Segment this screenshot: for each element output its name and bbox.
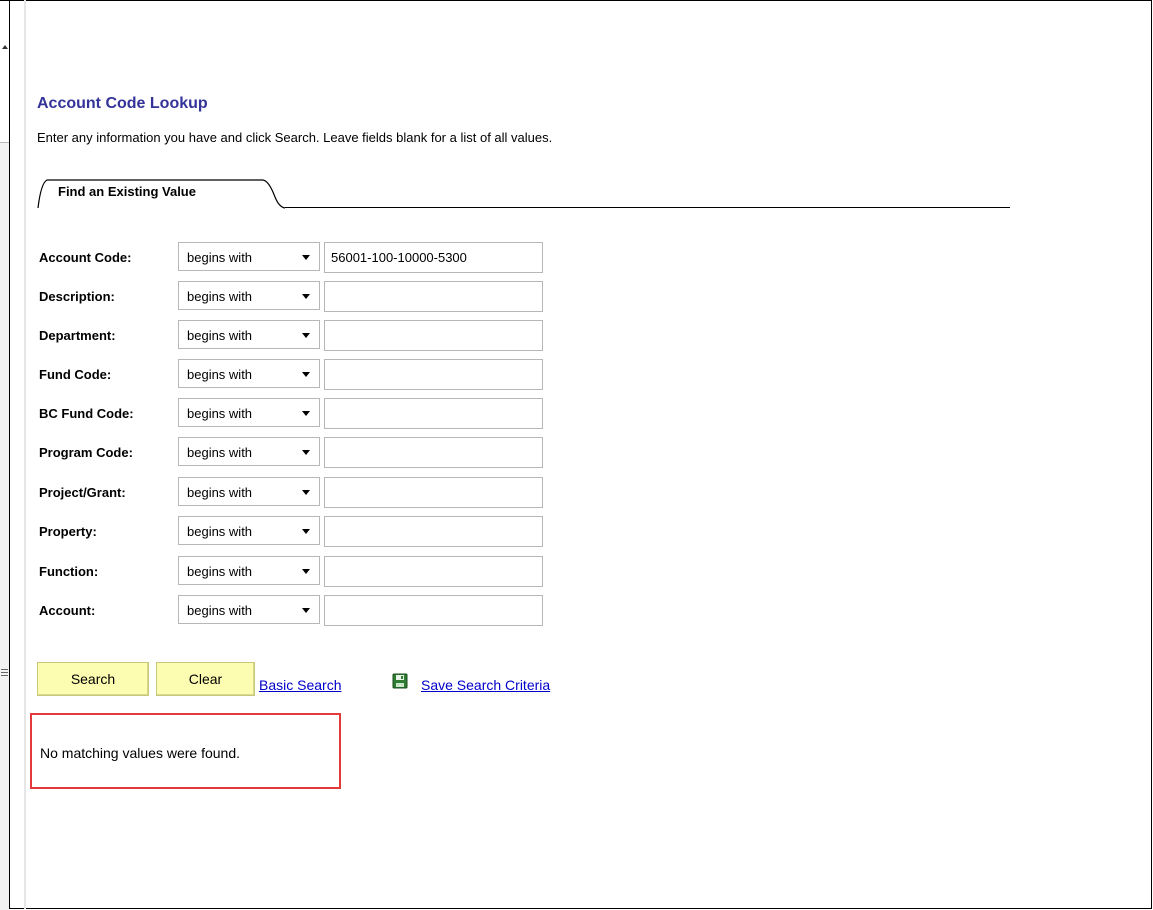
chevron-down-icon <box>302 411 310 416</box>
operator-value: begins with <box>187 406 253 421</box>
operator-select[interactable]: begins with <box>178 437 320 466</box>
function-input[interactable] <box>324 556 543 587</box>
program-code-input[interactable] <box>324 437 543 468</box>
chevron-down-icon <box>302 529 310 534</box>
criteria-label: Description: <box>39 289 115 304</box>
tab-underline <box>285 207 1010 208</box>
floppy-disk-icon[interactable] <box>392 673 408 689</box>
no-results-message: No matching values were found. <box>40 745 240 761</box>
chevron-down-icon <box>302 294 310 299</box>
clear-button[interactable]: Clear <box>156 662 255 696</box>
operator-value: begins with <box>187 250 253 265</box>
criteria-label: Function: <box>39 564 99 579</box>
tab-label: Find an Existing Value <box>58 184 196 199</box>
criteria-label: Account: <box>39 603 96 618</box>
bc-fund-code-input[interactable] <box>324 398 543 429</box>
account-code-input[interactable] <box>324 242 543 273</box>
description-input[interactable] <box>324 281 543 312</box>
chevron-down-icon <box>302 608 310 613</box>
basic-search-link[interactable]: Basic Search <box>259 677 341 693</box>
operator-select[interactable]: begins with <box>178 516 320 545</box>
operator-select[interactable]: begins with <box>178 242 320 271</box>
chevron-down-icon <box>302 490 310 495</box>
operator-value: begins with <box>187 485 253 500</box>
operator-select[interactable]: begins with <box>178 359 320 388</box>
operator-value: begins with <box>187 603 253 618</box>
scroll-up-arrow-icon[interactable] <box>2 45 8 49</box>
page-title: Account Code Lookup <box>37 95 208 112</box>
operator-value: begins with <box>187 328 253 343</box>
criteria-label: Project/Grant: <box>39 485 126 500</box>
operator-select[interactable]: begins with <box>178 556 320 585</box>
operator-value: begins with <box>187 524 253 539</box>
criteria-label: Property: <box>39 524 97 539</box>
criteria-label: Account Code: <box>39 250 132 265</box>
criteria-label: BC Fund Code: <box>39 406 134 421</box>
operator-value: begins with <box>187 367 253 382</box>
result-highlight-box: No matching values were found. <box>30 713 341 789</box>
operator-select[interactable]: begins with <box>178 320 320 349</box>
scroll-grip-icon[interactable] <box>1 669 8 678</box>
chevron-down-icon <box>302 255 310 260</box>
project-grant-input[interactable] <box>324 477 543 508</box>
chevron-down-icon <box>302 450 310 455</box>
operator-select[interactable]: begins with <box>178 281 320 310</box>
tab-find-existing-value[interactable]: Find an Existing Value <box>37 179 287 209</box>
chevron-down-icon <box>302 372 310 377</box>
operator-select[interactable]: begins with <box>178 477 320 506</box>
left-scrollbar[interactable] <box>0 0 10 910</box>
operator-select[interactable]: begins with <box>178 398 320 427</box>
operator-value: begins with <box>187 445 253 460</box>
fund-code-input[interactable] <box>324 359 543 390</box>
operator-select[interactable]: begins with <box>178 595 320 624</box>
page-divider <box>24 0 26 909</box>
instructions-text: Enter any information you have and click… <box>37 130 553 145</box>
operator-value: begins with <box>187 564 253 579</box>
criteria-label: Program Code: <box>39 445 133 460</box>
account-input[interactable] <box>324 595 543 626</box>
chevron-down-icon <box>302 333 310 338</box>
save-search-criteria-link[interactable]: Save Search Criteria <box>421 677 550 693</box>
property-input[interactable] <box>324 516 543 547</box>
criteria-label: Department: <box>39 328 116 343</box>
chevron-down-icon <box>302 569 310 574</box>
search-button[interactable]: Search <box>37 662 149 696</box>
tab-bar: Find an Existing Value <box>37 179 1010 209</box>
scroll-track[interactable] <box>0 142 9 910</box>
operator-value: begins with <box>187 289 253 304</box>
criteria-label: Fund Code: <box>39 367 112 382</box>
department-input[interactable] <box>324 320 543 351</box>
